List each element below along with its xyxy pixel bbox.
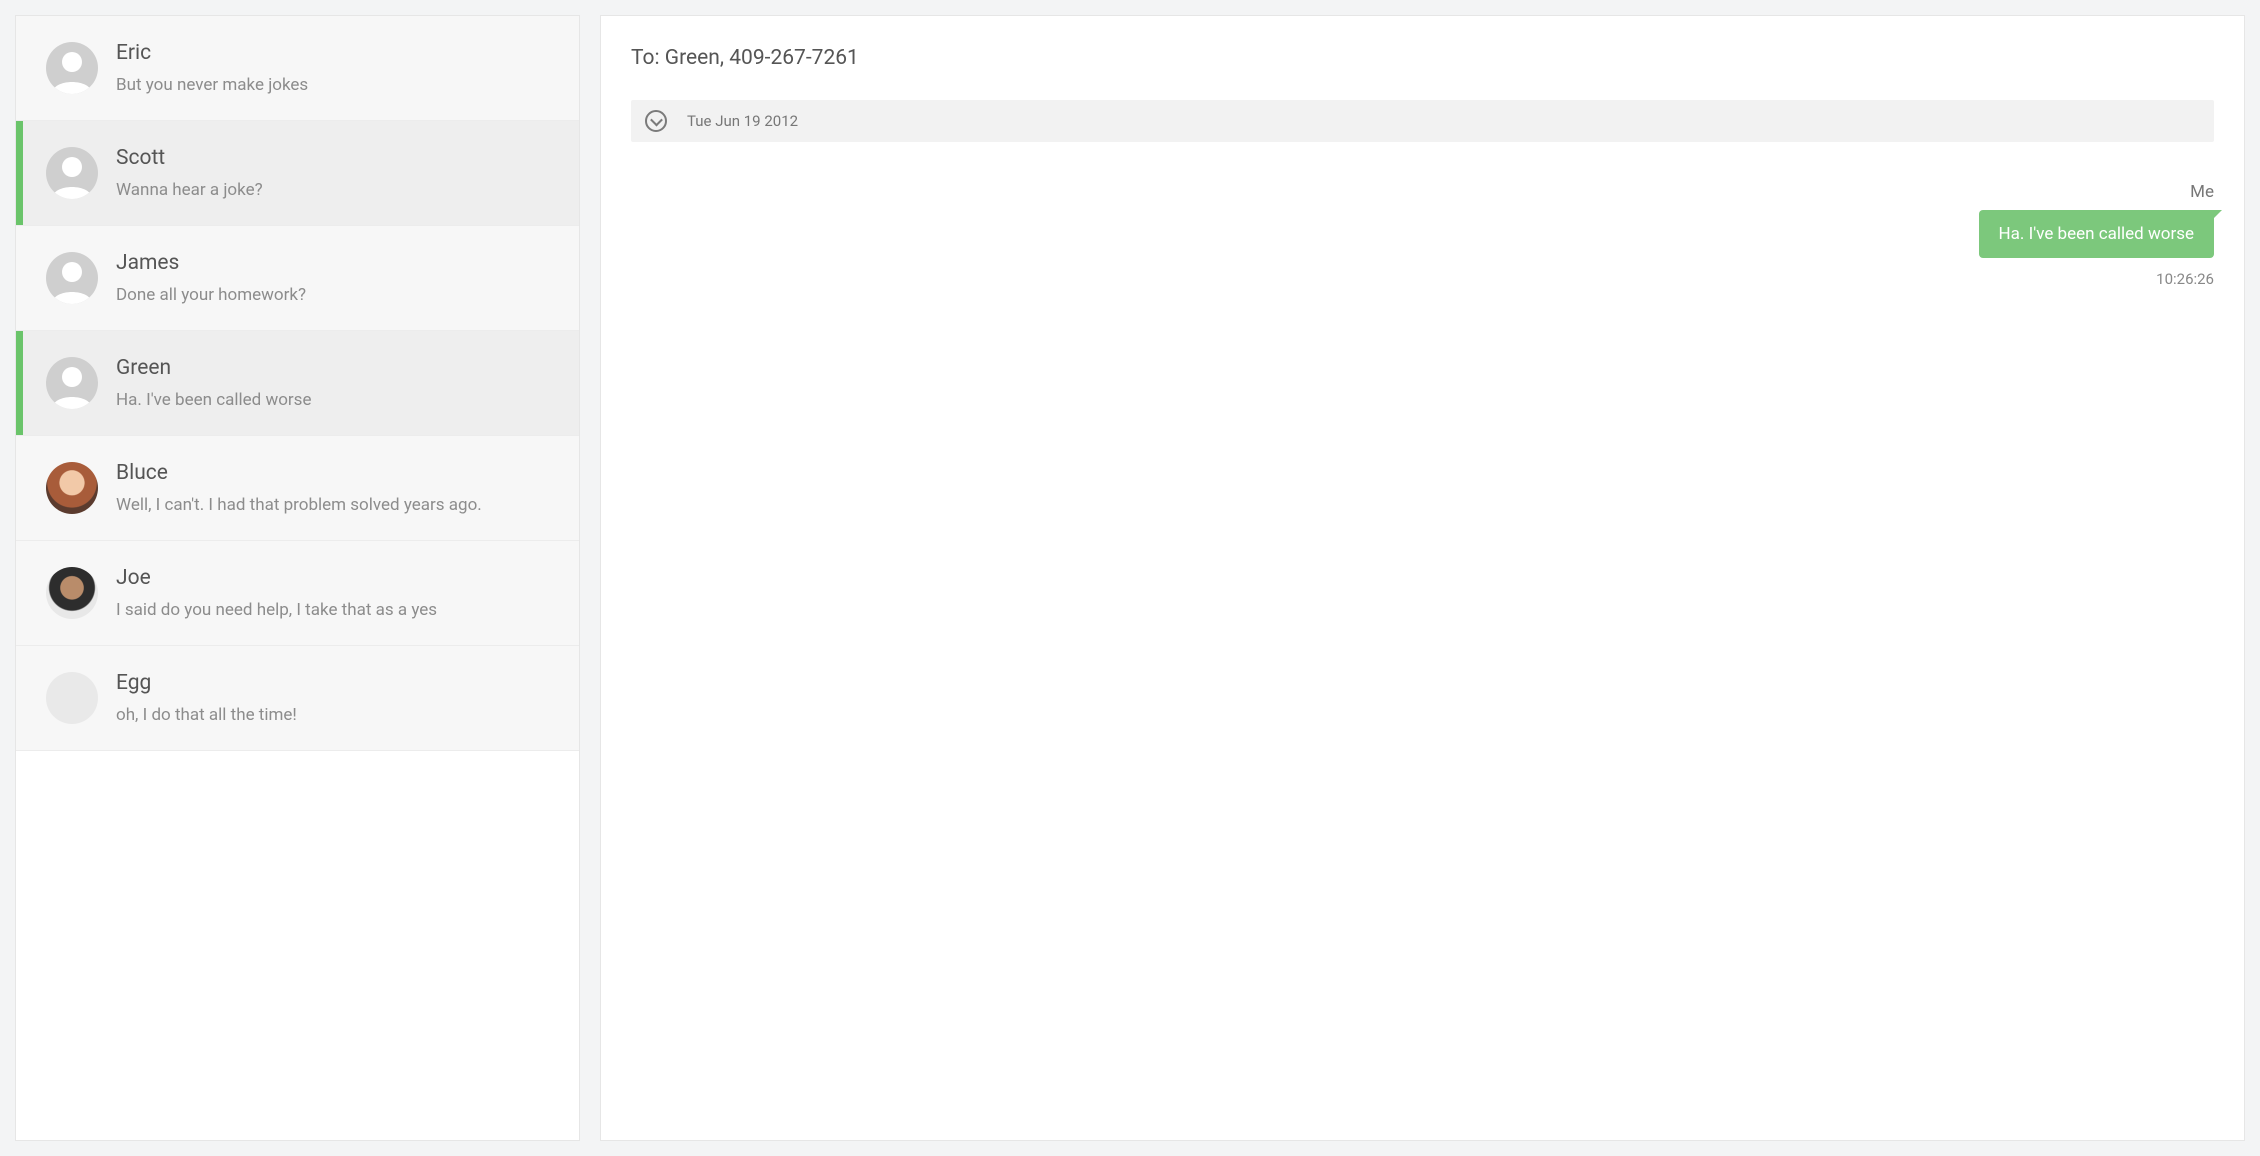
conversation-preview: Done all your homework? <box>116 285 306 305</box>
date-text: Tue Jun 19 2012 <box>687 112 798 130</box>
conversation-item[interactable]: Egg oh, I do that all the time! <box>16 646 579 751</box>
avatar <box>46 252 98 304</box>
conversation-name: Eric <box>116 41 308 65</box>
conversation-text: Eric But you never make jokes <box>116 41 308 95</box>
conversation-preview: Wanna hear a joke? <box>116 180 263 200</box>
avatar <box>46 672 98 724</box>
conversation-name: Green <box>116 356 311 380</box>
to-value: Green, 409-267-7261 <box>665 46 859 70</box>
conversation-preview: I said do you need help, I take that as … <box>116 600 437 620</box>
avatar <box>46 462 98 514</box>
conversation-name: Egg <box>116 671 297 695</box>
chevron-down-icon[interactable] <box>645 110 667 132</box>
avatar <box>46 147 98 199</box>
to-header: To: Green, 409-267-7261 <box>631 46 2214 70</box>
avatar <box>46 357 98 409</box>
conversation-item[interactable]: Bluce Well, I can't. I had that problem s… <box>16 436 579 541</box>
conversation-item[interactable]: Eric But you never make jokes <box>16 16 579 121</box>
to-prefix: To: <box>631 46 665 70</box>
conversation-preview: Ha. I've been called worse <box>116 390 311 410</box>
conversation-text: Scott Wanna hear a joke? <box>116 146 263 200</box>
conversation-item[interactable]: Green Ha. I've been called worse <box>16 331 579 436</box>
app-root: Eric But you never make jokes Scott Wanna h… <box>0 0 2260 1156</box>
conversation-text: James Done all your homework? <box>116 251 306 305</box>
avatar <box>46 42 98 94</box>
conversation-text: Green Ha. I've been called worse <box>116 356 311 410</box>
message-timestamp: 10:26:26 <box>2156 270 2214 288</box>
conversation-item[interactable]: James Done all your homework? <box>16 226 579 331</box>
conversation-text: Joe I said do you need help, I take that … <box>116 566 437 620</box>
conversation-name: Joe <box>116 566 437 590</box>
conversation-pane: To: Green, 409-267-7261 Tue Jun 19 2012 … <box>600 15 2245 1141</box>
conversation-preview: oh, I do that all the time! <box>116 705 297 725</box>
date-separator[interactable]: Tue Jun 19 2012 <box>631 100 2214 142</box>
conversation-preview: But you never make jokes <box>116 75 308 95</box>
conversation-list[interactable]: Eric But you never make jokes Scott Wanna h… <box>15 15 580 1141</box>
message-sender: Me <box>2190 182 2214 202</box>
conversation-name: James <box>116 251 306 275</box>
message-list: Me Ha. I've been called worse 10:26:26 <box>631 182 2214 1110</box>
conversation-text: Egg oh, I do that all the time! <box>116 671 297 725</box>
conversation-item[interactable]: Scott Wanna hear a joke? <box>16 121 579 226</box>
message-row: Me Ha. I've been called worse 10:26:26 <box>631 182 2214 288</box>
message-bubble: Ha. I've been called worse <box>1979 210 2214 258</box>
conversation-name: Bluce <box>116 461 482 485</box>
conversation-preview: Well, I can't. I had that problem solved… <box>116 495 482 515</box>
conversation-item[interactable]: Joe I said do you need help, I take that … <box>16 541 579 646</box>
conversation-text: Bluce Well, I can't. I had that problem s… <box>116 461 482 515</box>
avatar <box>46 567 98 619</box>
conversation-name: Scott <box>116 146 263 170</box>
